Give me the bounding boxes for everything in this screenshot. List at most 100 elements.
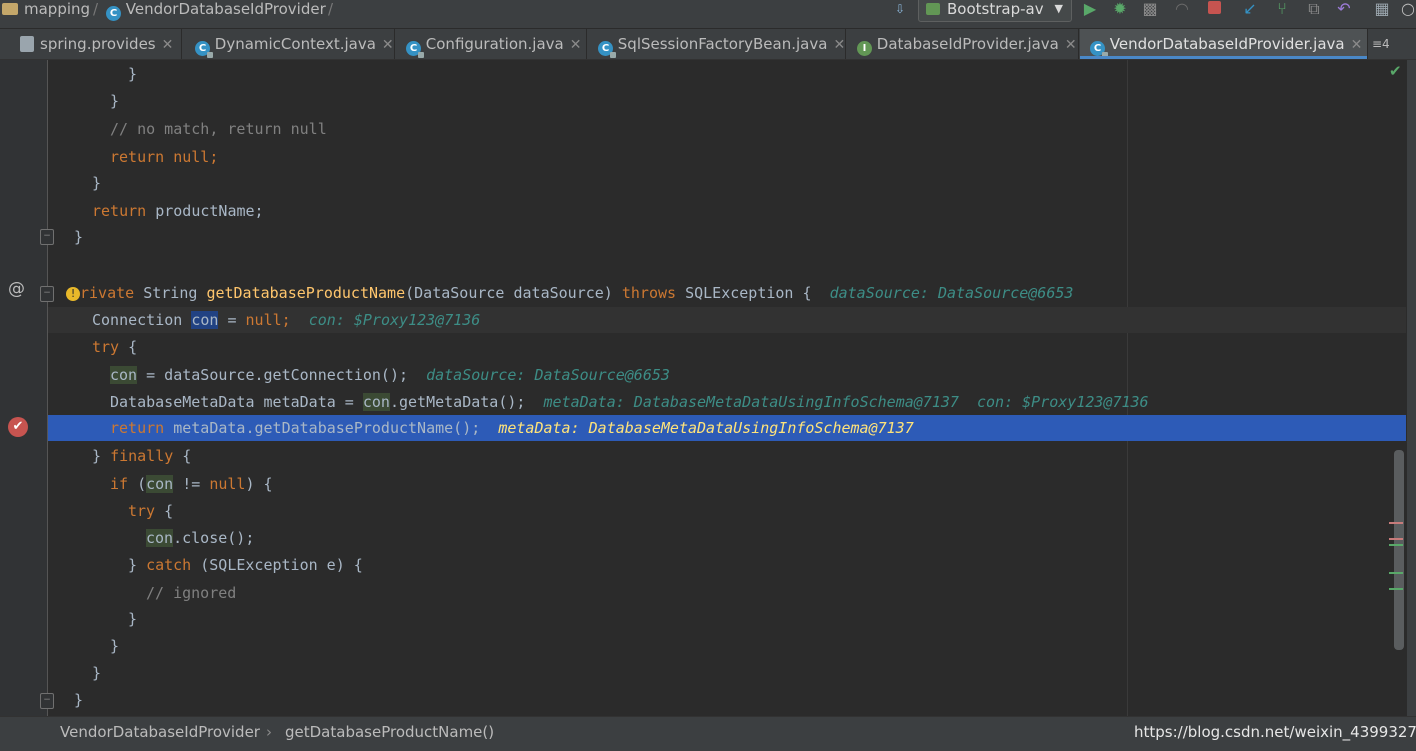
keyword: try bbox=[92, 338, 120, 356]
code-editor[interactable]: ✔ @ − − − ✔ } } // no match, return null… bbox=[0, 60, 1416, 716]
code-line[interactable]: } catch (SQLException e) { bbox=[48, 552, 1406, 578]
keyword: null bbox=[209, 475, 246, 493]
sort-icon[interactable]: ⇩ bbox=[890, 0, 910, 20]
code-line[interactable]: return productName; bbox=[48, 198, 1406, 224]
tab-configuration[interactable]: C Configuration.java ✕ bbox=[396, 29, 587, 59]
tab-label: SqlSessionFactoryBean.java bbox=[617, 35, 828, 53]
breadcrumb-project[interactable]: mapping bbox=[2, 0, 90, 22]
lightbulb-icon[interactable]: ! bbox=[66, 287, 80, 301]
tab-label: spring.provides bbox=[40, 35, 156, 53]
class-icon: C bbox=[406, 41, 424, 58]
close-icon[interactable]: ✕ bbox=[1065, 37, 1077, 53]
tab-spring-provides[interactable]: spring.provides ✕ bbox=[10, 29, 182, 59]
run-config-dropdown[interactable]: Bootstrap-av ▼ bbox=[918, 0, 1072, 22]
breadcrumb-class[interactable]: VendorDatabaseIdProvider bbox=[60, 723, 260, 741]
close-icon[interactable]: ✕ bbox=[833, 37, 845, 53]
code-line[interactable]: try { bbox=[48, 498, 1406, 524]
tab-label: DynamicContext.java bbox=[214, 35, 376, 53]
interface-icon: I bbox=[857, 41, 872, 56]
keyword: if bbox=[110, 475, 129, 493]
code-line[interactable]: } bbox=[48, 88, 1406, 114]
code-line[interactable]: con.close(); bbox=[48, 525, 1406, 551]
code-line[interactable]: } bbox=[48, 170, 1406, 196]
tab-label: VendorDatabaseIdProvider.java bbox=[1109, 35, 1345, 53]
code-line[interactable]: DatabaseMetaData metaData = con.getMetaD… bbox=[48, 389, 1406, 415]
folder-icon bbox=[2, 3, 18, 15]
tab-vendordatabaseidprovider[interactable]: C VendorDatabaseIdProvider.java ✕ bbox=[1080, 29, 1368, 59]
profile-icon[interactable]: ◠ bbox=[1172, 0, 1192, 20]
code-line[interactable]: } bbox=[48, 606, 1406, 632]
code-text: null; bbox=[164, 148, 219, 166]
breakpoint-icon[interactable]: ✔ bbox=[8, 417, 28, 437]
breadcrumb-separator: / bbox=[328, 0, 334, 18]
revert-icon[interactable]: ↶ bbox=[1334, 0, 1354, 20]
code-line[interactable]: } bbox=[48, 61, 1406, 87]
code-line[interactable]: } bbox=[48, 224, 1406, 250]
code-text: { bbox=[119, 338, 138, 356]
run-icon[interactable]: ▶ bbox=[1080, 0, 1100, 20]
inline-debug-value: con: $Proxy123@7136 bbox=[308, 311, 481, 329]
project-structure-icon[interactable]: ▦ bbox=[1372, 0, 1392, 20]
code-line[interactable]: } bbox=[48, 660, 1406, 686]
editor-gutter[interactable] bbox=[0, 60, 48, 716]
stop-icon[interactable] bbox=[1204, 0, 1224, 20]
breadcrumb-file[interactable]: C VendorDatabaseIdProvider bbox=[106, 0, 326, 22]
breadcrumb-method[interactable]: getDatabaseProductName() bbox=[285, 723, 494, 741]
inline-debug-value: metaData: DatabaseMetaDataUsingInfoSchem… bbox=[543, 393, 1149, 411]
keyword: try bbox=[128, 502, 156, 520]
vcs-update-icon[interactable]: ↙ bbox=[1240, 0, 1260, 20]
code-line[interactable]: ! rivate String getDatabaseProductName(Da… bbox=[48, 280, 1406, 306]
code-line[interactable]: con = dataSource.getConnection(); dataSo… bbox=[48, 362, 1406, 388]
variable: con bbox=[146, 475, 174, 493]
code-text: ( bbox=[128, 475, 147, 493]
watermark-text: https://blog.csdn.net/weixin_43993273 bbox=[1134, 723, 1416, 741]
code-line[interactable]: } finally { bbox=[48, 443, 1406, 469]
code-text: != bbox=[173, 475, 210, 493]
chevron-right-icon: › bbox=[266, 723, 272, 741]
code-line[interactable]: } bbox=[48, 633, 1406, 659]
close-icon[interactable]: ✕ bbox=[162, 37, 174, 53]
tab-label: DatabaseIdProvider.java bbox=[876, 35, 1059, 53]
inline-debug-value: dataSource: DataSource@6653 bbox=[829, 284, 1074, 302]
code-line[interactable]: // no match, return null bbox=[48, 116, 1406, 142]
coverage-icon[interactable]: ▩ bbox=[1140, 0, 1160, 20]
tab-dynamic-context[interactable]: C DynamicContext.java ✕ bbox=[183, 29, 395, 59]
override-marker-icon[interactable]: @ bbox=[8, 279, 25, 299]
code-line[interactable]: Connection con = null; con: $Proxy123@71… bbox=[48, 307, 1406, 333]
close-icon[interactable]: ✕ bbox=[570, 37, 582, 53]
close-icon[interactable]: ✕ bbox=[382, 37, 394, 53]
code-text: (DataSource dataSource) bbox=[405, 284, 622, 302]
vcs-commit-icon[interactable]: ⑂ bbox=[1272, 0, 1292, 20]
tab-sqlsessionfactorybean[interactable]: C SqlSessionFactoryBean.java ✕ bbox=[588, 29, 846, 59]
code-text: } bbox=[92, 174, 102, 192]
code-line[interactable]: // ignored bbox=[48, 580, 1406, 606]
keyword: finally bbox=[110, 447, 174, 465]
code-text: } bbox=[110, 92, 120, 110]
code-comment: // ignored bbox=[146, 584, 237, 602]
code-text: } bbox=[92, 447, 111, 465]
vcs-compare-icon[interactable]: ⧉ bbox=[1304, 0, 1324, 20]
execution-point-line[interactable]: return metaData.getDatabaseProductName()… bbox=[48, 415, 1406, 441]
tab-databaseidprovider[interactable]: I DatabaseIdProvider.java ✕ bbox=[847, 29, 1079, 59]
close-icon[interactable]: ✕ bbox=[1351, 37, 1363, 53]
side-tool-strip bbox=[1407, 60, 1416, 716]
code-text: DatabaseMetaData metaData = bbox=[110, 393, 363, 411]
file-name: VendorDatabaseIdProvider bbox=[125, 0, 326, 18]
tab-overflow-button[interactable]: ≡4 bbox=[1372, 29, 1408, 59]
code-line[interactable]: try { bbox=[48, 334, 1406, 360]
keyword: catch bbox=[146, 556, 192, 574]
search-icon[interactable]: ○ bbox=[1398, 0, 1416, 20]
code-line[interactable]: } bbox=[48, 687, 1406, 713]
code-text: { bbox=[173, 447, 192, 465]
code-line[interactable]: return null; bbox=[48, 144, 1406, 170]
code-text: Connection bbox=[92, 311, 192, 329]
code-text: metaData.getDatabaseProductName(); bbox=[164, 419, 481, 437]
debug-icon[interactable]: ✹ bbox=[1110, 0, 1130, 20]
variable: con bbox=[110, 366, 138, 384]
class-icon: C bbox=[195, 41, 213, 58]
code-line[interactable]: if (con != null) { bbox=[48, 471, 1406, 497]
breadcrumb-separator: / bbox=[93, 0, 99, 18]
code-text: = bbox=[218, 311, 246, 329]
code-text: { bbox=[155, 502, 174, 520]
keyword: return bbox=[92, 202, 147, 220]
